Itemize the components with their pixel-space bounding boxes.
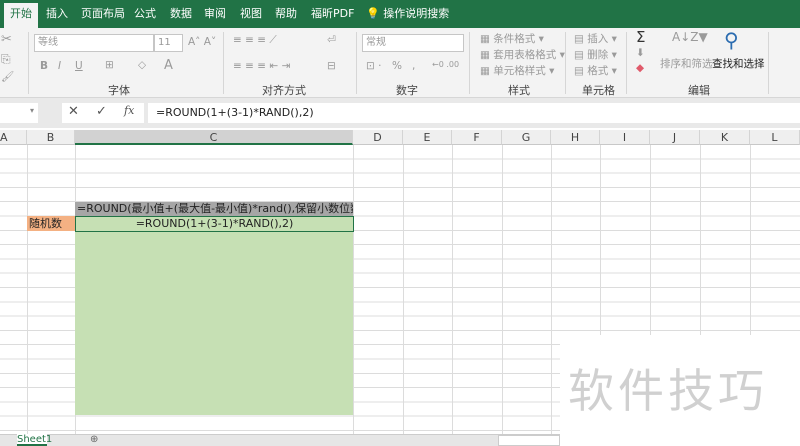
cells-group-label: 单元格 [582,84,615,97]
column-header-d[interactable]: D [353,130,403,145]
fill-icon[interactable]: ⬇ [636,47,645,59]
tell-me-search[interactable]: 💡 操作说明搜索 [360,0,455,28]
font-name-select[interactable]: 等线 [34,34,154,52]
tab-foxit-pdf[interactable]: 福昕PDF [305,0,360,28]
label: 插入 [587,33,609,45]
ribbon: ✂ ⎘ 🖌 等线 11 A˄ A˅ B I U ⊞ ◇ A 字体 ≡ ≡ ≡ ⟋… [0,28,800,98]
column-header-g[interactable]: G [502,130,551,145]
formula-input[interactable]: =ROUND(1+(3-1)*RAND(),2) [148,103,800,123]
format-painter-icon[interactable]: 🖌 [1,70,14,83]
sort-filter-button[interactable]: 排序和筛选 [660,56,713,71]
conditional-format-button[interactable]: ▦ 条件格式 ▾ [480,31,544,46]
delete-cells-button[interactable]: ▤ 删除 ▾ [574,47,617,62]
bold-icon[interactable]: B [40,60,48,72]
label: 条件格式 [493,33,536,45]
column-header-l[interactable]: L [750,130,800,145]
lightbulb-icon: 💡 [366,7,380,20]
tab-insert[interactable]: 插入 [40,0,74,28]
underline-icon[interactable]: U [75,60,83,72]
find-select-button[interactable]: 查找和选择 [712,56,765,71]
watermark-text: 软件技巧 [568,364,768,418]
wrap-text-icon[interactable]: ⏎ [327,34,336,46]
magnifier-icon[interactable]: ⚲ [724,28,739,52]
number-group-label: 数字 [396,84,418,97]
merge-icon[interactable]: ⊟ [327,60,336,72]
label: 格式 [587,65,609,77]
horizontal-align-icons[interactable]: ≡ ≡ ≡ ⇤ ⇥ [233,60,290,72]
label: 单元格样式 [493,65,546,77]
autosum-icon[interactable]: Σ [636,28,645,46]
column-header-a[interactable]: A [0,130,27,145]
column-header-c[interactable]: C [75,130,353,145]
vertical-align-icons[interactable]: ≡ ≡ ≡ ⟋ [233,34,277,47]
comma-icon[interactable]: , [412,60,415,72]
column-header-f[interactable]: F [452,130,502,145]
cell-styles-button[interactable]: ▦ 单元格样式 ▾ [480,63,554,78]
horizontal-scrollbar[interactable] [498,435,560,446]
enter-icon[interactable]: ✓ [96,104,107,119]
sort-filter-icon[interactable]: A↓Z▼ [672,30,708,44]
styles-group-label: 样式 [508,84,530,97]
sheet-tab-bar: Sheet1 ⊕ [0,434,560,446]
column-header-j[interactable]: J [650,130,700,145]
formula-bar-area: ▾ ✕ ✓ fx =ROUND(1+(3-1)*RAND(),2) [0,98,800,128]
formula-buttons: ✕ ✓ fx [62,103,144,123]
name-box[interactable]: ▾ [0,103,38,123]
tab-page-layout[interactable]: 页面布局 [75,0,131,28]
border-icon[interactable]: ⊞ [105,59,114,71]
format-as-table-button[interactable]: ▦ 套用表格格式 ▾ [480,47,565,62]
increase-font-icon[interactable]: A˄ A˅ [188,36,216,48]
sheet-tab-sheet1[interactable]: Sheet1 [17,434,52,446]
insert-function-icon[interactable]: fx [124,104,134,117]
copy-icon[interactable]: ⎘ [1,52,11,67]
tab-data[interactable]: 数据 [164,0,198,28]
font-size-select[interactable]: 11 [154,34,183,52]
ribbon-tab-bar: 开始 插入 页面布局 公式 数据 审阅 视图 帮助 福昕PDF 💡 操作说明搜索 [0,0,800,28]
column-header-k[interactable]: K [700,130,750,145]
cell-c-header-formula[interactable]: =ROUND(最小值+(最大值-最小值)*rand(),保留小数位数) [75,202,353,216]
font-color-icon[interactable]: A [164,58,173,73]
editing-group-label: 编辑 [688,84,710,97]
watermark-area: 软件技巧 [560,335,800,446]
fill-color-icon[interactable]: ◇ [138,59,146,71]
tab-help[interactable]: 帮助 [269,0,303,28]
label: 套用表格格式 [493,49,557,61]
column-header-b[interactable]: B [27,130,75,145]
percent-icon[interactable]: % [392,60,402,72]
column-header-e[interactable]: E [403,130,452,145]
tab-home[interactable]: 开始 [4,3,38,28]
cell-b-label[interactable]: 随机数 [27,216,75,231]
label: 删除 [587,49,609,61]
column-header-h[interactable]: H [551,130,600,145]
add-sheet-icon[interactable]: ⊕ [90,434,98,445]
currency-icon[interactable]: ⊡ · [366,60,381,72]
font-group-label: 字体 [108,84,130,97]
clear-icon[interactable]: ◆ [636,62,644,74]
tab-review[interactable]: 审阅 [198,0,232,28]
decimal-icons[interactable]: ←0 .00 [432,60,459,69]
cut-icon[interactable]: ✂ [1,32,12,47]
italic-icon[interactable]: I [58,60,61,72]
tab-view[interactable]: 视图 [234,0,268,28]
number-format-select[interactable]: 常规 [362,34,464,52]
alignment-group-label: 对齐方式 [262,84,306,97]
active-cell-c[interactable]: =ROUND(1+(3-1)*RAND(),2) [75,216,354,232]
insert-cells-button[interactable]: ▤ 插入 ▾ [574,31,617,46]
tell-me-label: 操作说明搜索 [383,7,450,20]
format-cells-button[interactable]: ▤ 格式 ▾ [574,63,617,78]
tab-formulas[interactable]: 公式 [128,0,162,28]
cancel-icon[interactable]: ✕ [68,104,79,119]
column-header-i[interactable]: I [600,130,650,145]
green-fill-range [75,216,353,415]
